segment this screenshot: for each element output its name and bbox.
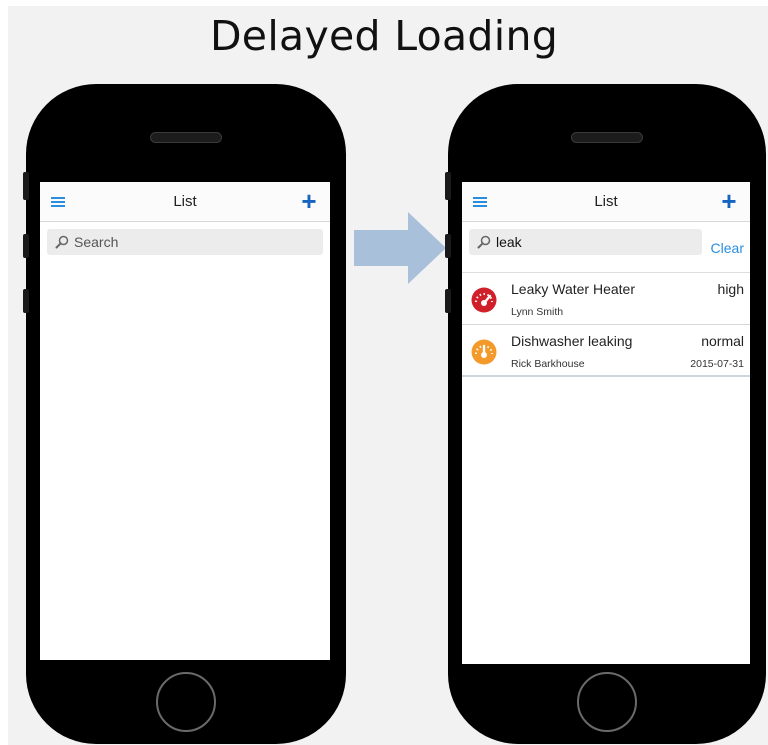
item-title: Leaky Water Heater — [511, 281, 635, 297]
home-button — [156, 672, 216, 732]
volume-up-button — [23, 234, 29, 258]
item-priority: normal — [701, 333, 744, 349]
volume-down-button — [23, 289, 29, 313]
item-title: Dishwasher leaking — [511, 333, 633, 349]
search-icon — [477, 235, 491, 249]
header-title: List — [173, 193, 197, 210]
earpiece-speaker — [571, 132, 643, 143]
slide-title: Delayed Loading — [209, 12, 559, 60]
app-header: List + — [40, 182, 330, 222]
app-header: List + — [462, 182, 750, 222]
clear-button[interactable]: Clear — [711, 240, 744, 256]
list-item[interactable]: Dishwasher leaking normal Rick Barkhouse… — [462, 325, 750, 377]
item-assignee: Lynn Smith — [511, 306, 564, 318]
mute-switch — [445, 172, 451, 200]
phone-right: List + leak Clear Leaky Water Heater hig… — [445, 84, 766, 744]
hamburger-menu-icon[interactable] — [51, 197, 65, 207]
search-input[interactable]: leak — [469, 229, 702, 255]
phone-left: List + Search — [23, 84, 346, 744]
phone-screen: List + Search — [40, 182, 330, 660]
search-icon — [55, 235, 69, 249]
home-button — [577, 672, 637, 732]
header-title: List — [594, 193, 618, 210]
search-input[interactable]: Search — [47, 229, 323, 255]
add-icon[interactable]: + — [298, 188, 320, 214]
item-date: 2015-07-31 — [690, 358, 744, 370]
phone-screen: List + leak Clear Leaky Water Heater hig… — [462, 182, 750, 664]
flow-arrow-icon — [354, 212, 446, 284]
gauge-normal-icon — [471, 339, 497, 365]
gauge-high-icon — [471, 287, 497, 313]
hamburger-menu-icon[interactable] — [473, 197, 487, 207]
item-assignee: Rick Barkhouse — [511, 358, 585, 370]
volume-down-button — [445, 289, 451, 313]
list-item[interactable]: Leaky Water Heater high Lynn Smith — [462, 273, 750, 325]
volume-up-button — [445, 234, 451, 258]
search-placeholder: Search — [74, 234, 119, 250]
item-priority: high — [717, 281, 744, 297]
add-icon[interactable]: + — [718, 188, 740, 214]
earpiece-speaker — [150, 132, 222, 143]
search-value: leak — [496, 234, 522, 250]
mute-switch — [23, 172, 29, 200]
issue-list: Leaky Water Heater high Lynn Smith Dishw… — [462, 272, 750, 377]
